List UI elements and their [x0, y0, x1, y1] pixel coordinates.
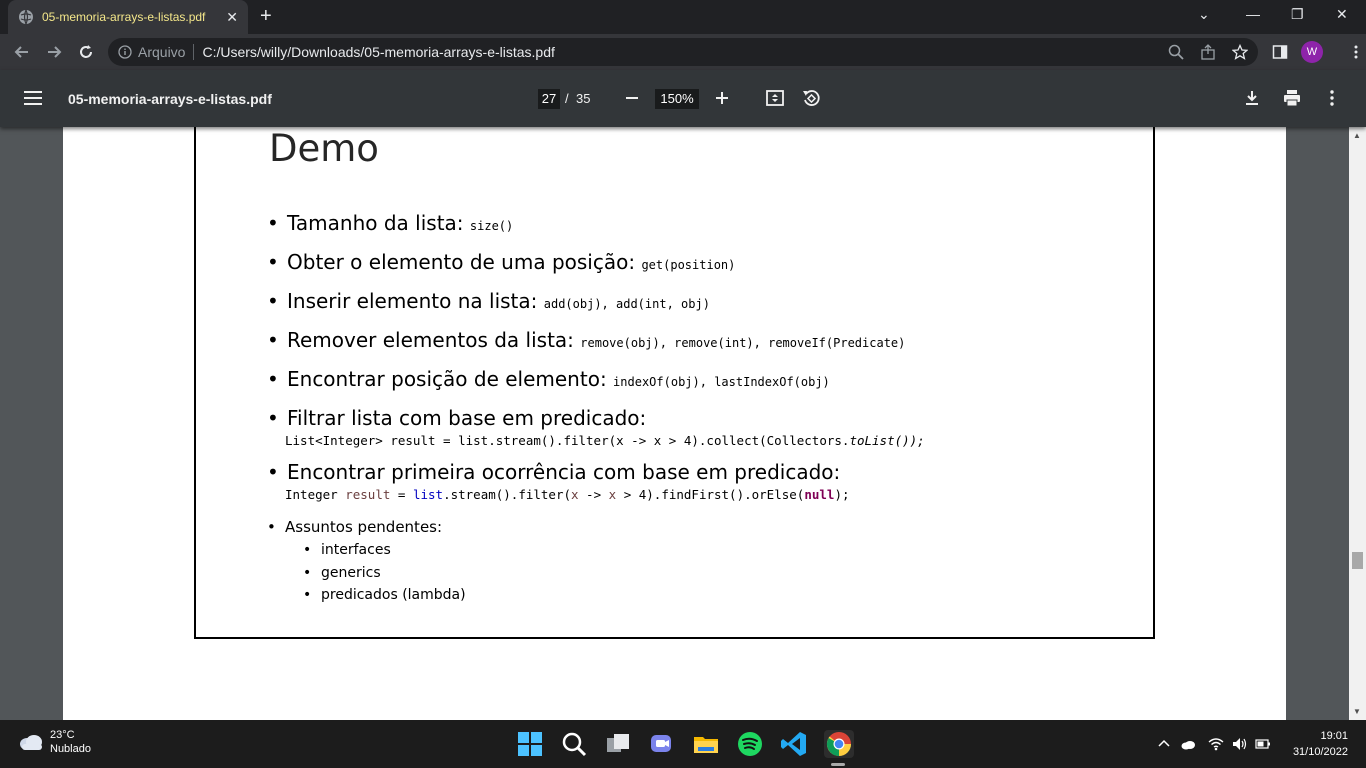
- side-panel-icon[interactable]: [1272, 44, 1288, 60]
- tab-strip: 05-memoria-arrays-e-listas.pdf ✕ + ⌄ — ❐…: [0, 0, 1366, 34]
- bullet-code: add(obj), add(int, obj): [543, 297, 710, 311]
- windows-start-icon[interactable]: [516, 730, 544, 758]
- more-options-icon[interactable]: [1322, 88, 1342, 108]
- minimize-button[interactable]: —: [1246, 6, 1260, 22]
- onedrive-icon[interactable]: [1180, 736, 1196, 752]
- scroll-up-icon[interactable]: ▲: [1353, 131, 1361, 140]
- bookmark-star-icon[interactable]: [1232, 44, 1248, 60]
- hamburger-menu-icon[interactable]: [24, 90, 44, 106]
- slide-title: Demo: [269, 127, 379, 170]
- pending-heading: Assuntos pendentes:: [267, 515, 867, 539]
- zoom-out-icon[interactable]: [622, 88, 642, 108]
- tab-search-icon[interactable]: ⌄: [1198, 6, 1210, 23]
- clock-time: 19:01: [1320, 730, 1348, 742]
- url-scheme: Arquivo: [138, 44, 186, 60]
- page-total: 35: [576, 91, 591, 106]
- bullet-code: size(): [469, 219, 514, 233]
- pending-list: interfaces generics predicados (lambda): [267, 539, 867, 607]
- file-explorer-icon[interactable]: [692, 730, 720, 758]
- print-icon[interactable]: [1282, 88, 1302, 108]
- scrollbar-thumb[interactable]: [1352, 552, 1363, 569]
- profile-avatar[interactable]: W: [1301, 41, 1323, 63]
- bullet-text: Inserir elemento na lista:: [287, 289, 544, 313]
- vertical-scrollbar[interactable]: ▲ ▼: [1349, 127, 1366, 720]
- fit-page-icon[interactable]: [765, 88, 785, 108]
- chevron-up-icon[interactable]: [1156, 736, 1172, 752]
- chrome-menu-icon[interactable]: [1348, 44, 1364, 60]
- list-item: generics: [303, 562, 867, 585]
- restore-button[interactable]: ❐: [1291, 6, 1304, 23]
- globe-icon: [19, 9, 33, 25]
- bullet-text: Encontrar posição de elemento:: [287, 367, 614, 391]
- battery-icon[interactable]: [1255, 736, 1271, 752]
- list-item: Inserir elemento na lista: add(obj), add…: [267, 283, 1147, 322]
- list-item: Remover elementos da lista: remove(obj),…: [267, 322, 1147, 361]
- bullet-text: Filtrar lista com base em predicado:: [287, 406, 647, 430]
- search-icon[interactable]: [560, 730, 588, 758]
- bullet-text: Encontrar primeira ocorrência com base e…: [287, 460, 841, 484]
- pdf-toolbar: 05-memoria-arrays-e-listas.pdf 27 / 35 1…: [0, 70, 1366, 127]
- close-window-button[interactable]: ✕: [1336, 6, 1348, 23]
- reload-icon[interactable]: [76, 42, 96, 62]
- omnibox-divider: [193, 44, 195, 60]
- scroll-down-icon[interactable]: ▼: [1353, 707, 1361, 716]
- browser-toolbar: Arquivo C:/Users/willy/Downloads/05-memo…: [0, 34, 1366, 70]
- bullet-text: Remover elementos da lista:: [287, 328, 581, 352]
- pdf-page: Demo Tamanho da lista: size() Obter o el…: [63, 127, 1286, 720]
- vscode-icon[interactable]: [780, 730, 808, 758]
- zoom-in-icon[interactable]: [712, 88, 732, 108]
- list-item: Obter o elemento de uma posição: get(pos…: [267, 244, 1147, 283]
- weather-widget[interactable]: 23°C Nublado: [18, 728, 91, 756]
- tab-close-icon[interactable]: ✕: [226, 9, 238, 26]
- list-item: predicados (lambda): [303, 584, 867, 607]
- list-item: Encontrar posição de elemento: indexOf(o…: [267, 361, 1147, 400]
- clock-date: 31/10/2022: [1292, 746, 1348, 758]
- wifi-icon[interactable]: [1208, 736, 1224, 752]
- rotate-icon[interactable]: [801, 88, 821, 108]
- bullet-code: remove(obj), remove(int), removeIf(Predi…: [580, 336, 906, 350]
- url-text[interactable]: C:/Users/willy/Downloads/05-memoria-arra…: [202, 44, 554, 60]
- bullet-code: get(position): [641, 258, 736, 272]
- task-view-icon[interactable]: [604, 730, 632, 758]
- bullet-text: Obter o elemento de uma posição:: [287, 250, 642, 274]
- clock[interactable]: 19:01 31/10/2022: [1288, 728, 1348, 760]
- browser-tab[interactable]: 05-memoria-arrays-e-listas.pdf ✕: [8, 0, 248, 34]
- tab-title: 05-memoria-arrays-e-listas.pdf: [42, 10, 206, 24]
- back-arrow-icon[interactable]: [12, 42, 32, 62]
- address-bar[interactable]: Arquivo C:/Users/willy/Downloads/05-memo…: [108, 38, 1258, 66]
- forward-arrow-icon[interactable]: [44, 42, 64, 62]
- slide-frame: Demo Tamanho da lista: size() Obter o el…: [194, 127, 1155, 639]
- pdf-filename: 05-memoria-arrays-e-listas.pdf: [68, 91, 272, 107]
- list-item: Tamanho da lista: size(): [267, 205, 1147, 244]
- chat-icon[interactable]: [648, 730, 676, 758]
- weather-condition: Nublado: [50, 743, 91, 755]
- list-item: Filtrar lista com base em predicado:: [267, 400, 1147, 436]
- download-icon[interactable]: [1242, 88, 1262, 108]
- volume-icon[interactable]: [1231, 736, 1247, 752]
- spotify-icon[interactable]: [736, 730, 764, 758]
- cloud-icon: [20, 735, 42, 750]
- zoom-level-input[interactable]: 150%: [655, 89, 699, 109]
- bullet-list: Tamanho da lista: size() Obter o element…: [267, 205, 1147, 508]
- list-item: Encontrar primeira ocorrência com base e…: [267, 454, 1147, 490]
- bullet-text: Tamanho da lista:: [287, 211, 470, 235]
- bullet-code: indexOf(obj), lastIndexOf(obj): [613, 375, 830, 389]
- taskbar: 23°C Nublado 19:01 31/10/2022: [0, 720, 1366, 768]
- chrome-icon: [826, 732, 851, 757]
- page-separator: /: [565, 91, 569, 106]
- chrome-taskbar-button[interactable]: [824, 730, 854, 766]
- pending-topics: Assuntos pendentes: interfaces generics …: [267, 515, 867, 607]
- page-number-input[interactable]: 27: [538, 89, 560, 109]
- weather-temperature: 23°C: [50, 729, 75, 741]
- share-icon[interactable]: [1200, 44, 1216, 60]
- list-item: interfaces: [303, 539, 867, 562]
- zoom-icon[interactable]: [1168, 44, 1184, 60]
- info-icon[interactable]: [118, 45, 132, 59]
- new-tab-button[interactable]: +: [260, 6, 272, 26]
- pdf-viewer[interactable]: Demo Tamanho da lista: size() Obter o el…: [0, 127, 1366, 720]
